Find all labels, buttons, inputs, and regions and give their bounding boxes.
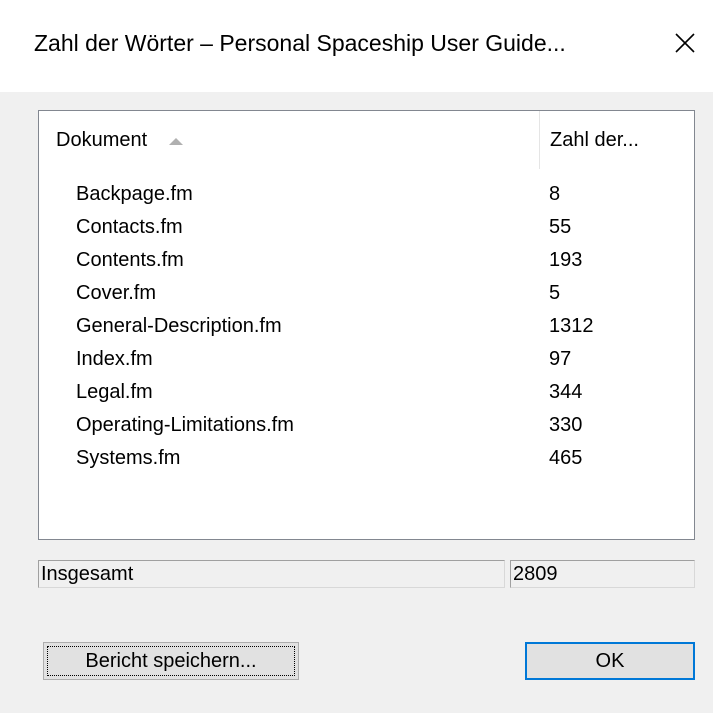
- column-header-count[interactable]: Zahl der...: [539, 111, 695, 169]
- row-document-name: Contacts.fm: [76, 216, 183, 238]
- close-button[interactable]: [668, 26, 702, 60]
- row-word-count: 344: [549, 381, 583, 403]
- row-word-count: 330: [549, 414, 583, 436]
- row-word-count: 465: [549, 447, 583, 469]
- word-count-dialog: Zahl der Wörter – Personal Spaceship Use…: [0, 0, 713, 713]
- close-icon: [675, 33, 695, 53]
- row-document-name: Systems.fm: [76, 447, 181, 469]
- table-row[interactable]: Legal.fm 344: [39, 377, 694, 410]
- row-word-count: 8: [549, 183, 561, 205]
- table-row[interactable]: Backpage.fm 8: [39, 179, 694, 212]
- total-label: Insgesamt: [38, 560, 505, 588]
- table-row[interactable]: Contents.fm 193: [39, 245, 694, 278]
- row-document-name: General-Description.fm: [76, 315, 282, 337]
- table-row[interactable]: Index.fm 97: [39, 344, 694, 377]
- list-header: Dokument Zahl der...: [39, 111, 694, 169]
- focus-rectangle: [47, 646, 295, 676]
- table-row[interactable]: Contacts.fm 55: [39, 212, 694, 245]
- row-document-name: Backpage.fm: [76, 183, 193, 205]
- row-document-name: Index.fm: [76, 348, 153, 370]
- row-document-name: Operating-Limitations.fm: [76, 414, 294, 436]
- row-word-count: 97: [549, 348, 572, 370]
- ok-button[interactable]: OK: [525, 642, 695, 680]
- table-row[interactable]: Cover.fm 5: [39, 278, 694, 311]
- row-word-count: 1312: [549, 315, 594, 337]
- dialog-title: Zahl der Wörter – Personal Spaceship Use…: [34, 30, 566, 56]
- column-header-document-label: Dokument: [56, 128, 148, 151]
- row-word-count: 193: [549, 249, 583, 271]
- row-document-name: Legal.fm: [76, 381, 153, 403]
- column-header-document[interactable]: Dokument: [39, 111, 539, 169]
- title-bar: Zahl der Wörter – Personal Spaceship Use…: [0, 0, 713, 92]
- dialog-body: Dokument Zahl der... Backpage.fm 8 Conta…: [0, 92, 713, 713]
- document-list[interactable]: Dokument Zahl der... Backpage.fm 8 Conta…: [38, 110, 695, 540]
- column-header-count-label: Zahl der...: [550, 128, 639, 151]
- table-row[interactable]: Systems.fm 465: [39, 443, 694, 476]
- row-document-name: Contents.fm: [76, 249, 184, 271]
- list-rows: Backpage.fm 8 Contacts.fm 55 Contents.fm…: [39, 179, 694, 476]
- row-word-count: 5: [549, 282, 561, 304]
- table-row[interactable]: Operating-Limitations.fm 330: [39, 410, 694, 443]
- row-word-count: 55: [549, 216, 572, 238]
- table-row[interactable]: General-Description.fm 1312: [39, 311, 694, 344]
- sort-ascending-icon: [169, 129, 184, 152]
- row-document-name: Cover.fm: [76, 282, 157, 304]
- total-value: 2809: [510, 560, 695, 588]
- save-report-button[interactable]: Bericht speichern...: [43, 642, 299, 680]
- ok-button-label: OK: [595, 649, 625, 672]
